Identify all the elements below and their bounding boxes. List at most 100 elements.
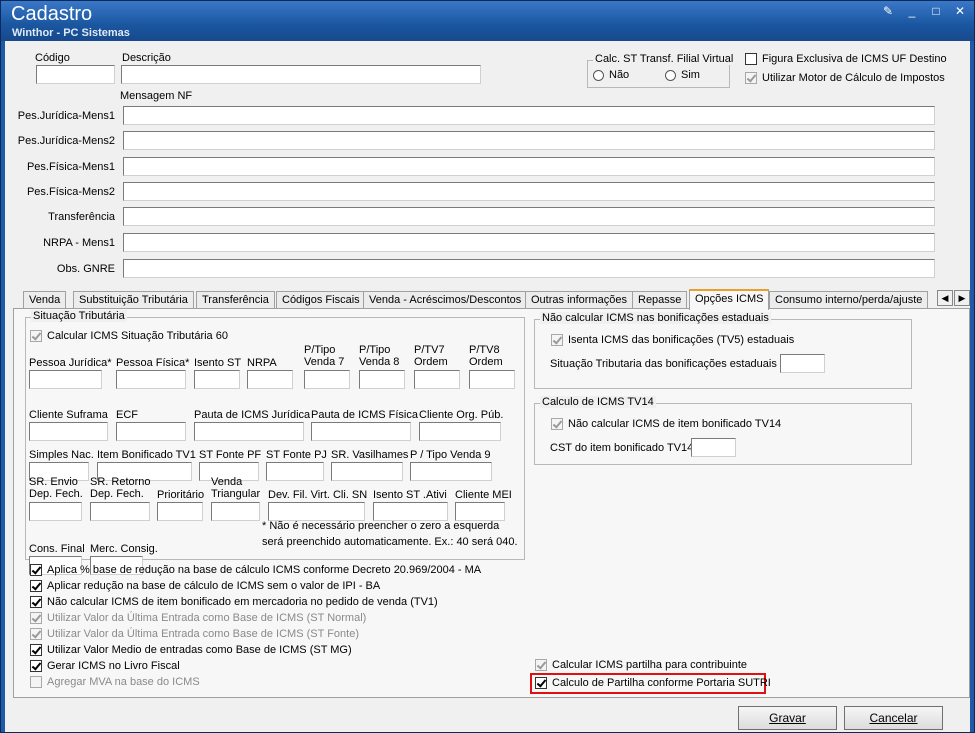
situacao-bonif-input[interactable]	[780, 354, 825, 373]
sit-input-row1-1[interactable]	[116, 370, 186, 389]
sit-input-row3-5[interactable]	[410, 462, 492, 481]
sit-input-row1-4[interactable]	[304, 370, 350, 389]
codigo-input[interactable]	[36, 65, 115, 84]
sit-input-row4-3[interactable]	[211, 502, 260, 521]
tab-strip: Venda Substituição Tributária Transferên…	[15, 289, 959, 310]
descricao-input[interactable]	[121, 65, 481, 84]
sit-input-row1-6[interactable]	[414, 370, 460, 389]
cst-tv14-label: CST do item bonificado TV14	[550, 442, 694, 454]
calcular-st60-checkbox[interactable]: Calcular ICMS Situação Tributária 60	[30, 330, 228, 342]
mensagem-input-0[interactable]	[123, 106, 935, 125]
tab-scroll-left-icon[interactable]: ◀	[937, 290, 953, 306]
sit-input-row1-2[interactable]	[194, 370, 240, 389]
tab-scroll-right-icon[interactable]: ▶	[954, 290, 970, 306]
option-checkbox-0[interactable]: Aplica % base de redução na base de cálc…	[30, 564, 481, 576]
sit-input-row3-3[interactable]	[266, 462, 324, 481]
sit-input-row4-0[interactable]	[29, 502, 82, 521]
option-box-3	[30, 612, 42, 624]
mensagem-label-3: Pes.Física-Mens2	[26, 186, 115, 198]
utilizar-motor-checkbox[interactable]: Utilizar Motor de Cálculo de Impostos	[745, 72, 945, 84]
gravar-button[interactable]: Gravar	[738, 706, 837, 730]
radio-nao-circle	[593, 69, 604, 81]
sit-input-row4-4[interactable]	[268, 502, 365, 521]
option-checkbox-6[interactable]: Gerar ICMS no Livro Fiscal	[30, 660, 180, 672]
tab-opcoes-icms[interactable]: Opções ICMS	[689, 289, 770, 310]
tab-outras-informacoes[interactable]: Outras informações	[525, 291, 633, 309]
cst-tv14-input[interactable]	[691, 438, 736, 457]
option-checkbox-3[interactable]: Utilizar Valor da Última Entrada como Ba…	[30, 612, 366, 624]
sit-input-row1-7[interactable]	[469, 370, 515, 389]
sit-input-row4-5[interactable]	[373, 502, 448, 521]
option-box-2	[30, 596, 42, 608]
sit-label-row4-0: SR. Envio Dep. Fech.	[29, 476, 83, 500]
sit-label-row1-5: P/Tipo Venda 8	[359, 344, 400, 368]
option-box-6	[30, 660, 42, 672]
mensagem-input-3[interactable]	[123, 182, 935, 201]
option-checkbox-7[interactable]: Agregar MVA na base do ICMS	[30, 676, 200, 688]
calcular-partilha-box	[535, 659, 547, 671]
bonificacoes-group-label: Não calcular ICMS nas bonificações estad…	[540, 312, 771, 324]
close-icon[interactable]: ✕	[951, 4, 969, 18]
sit-input-row1-5[interactable]	[359, 370, 405, 389]
maximize-icon[interactable]: □	[927, 4, 945, 18]
option-checkbox-4[interactable]: Utilizar Valor da Última Entrada como Ba…	[30, 628, 359, 640]
sit-input-row2-2[interactable]	[194, 422, 304, 441]
tab-consumo-interno[interactable]: Consumo interno/perda/ajuste	[769, 291, 929, 309]
sit-input-row3-4[interactable]	[331, 462, 403, 481]
sit-label-row5-0: Cons. Final	[29, 543, 85, 555]
sit-label-row1-4: P/Tipo Venda 7	[304, 344, 345, 368]
window: Cadastro Winthor - PC Sistemas ✎ _ □ ✕ C…	[0, 0, 975, 733]
option-label-7: Agregar MVA na base do ICMS	[47, 676, 200, 688]
radio-nao[interactable]: Não	[593, 69, 629, 81]
figura-exclusiva-checkbox[interactable]: Figura Exclusiva de ICMS UF Destino	[745, 53, 947, 65]
bonificacoes-group: Não calcular ICMS nas bonificações estad…	[534, 312, 912, 389]
mensagem-input-2[interactable]	[123, 157, 935, 176]
mensagem-label-4: Transferência	[48, 211, 115, 223]
sit-input-row4-2[interactable]	[157, 502, 203, 521]
option-checkbox-2[interactable]: Não calcular ICMS de item bonificado em …	[30, 596, 438, 608]
nao-calcular-tv14-checkbox[interactable]: Não calcular ICMS de item bonificado TV1…	[551, 418, 781, 430]
sit-label-row2-3: Pauta de ICMS Física	[311, 409, 418, 421]
sit-input-row4-6[interactable]	[455, 502, 505, 521]
sit-input-row4-1[interactable]	[90, 502, 150, 521]
tab-venda-acrescimos[interactable]: Venda - Acréscimos/Descontos	[363, 291, 528, 309]
window-subtitle: Winthor - PC Sistemas	[12, 27, 130, 39]
minimize-icon[interactable]: _	[903, 4, 921, 18]
tab-repasse[interactable]: Repasse	[632, 291, 688, 309]
isenta-bonif-checkbox[interactable]: Isenta ICMS das bonificações (TV5) estad…	[551, 334, 794, 346]
option-label-5: Utilizar Valor Medio de entradas como Ba…	[47, 644, 352, 656]
option-checkbox-5[interactable]: Utilizar Valor Medio de entradas como Ba…	[30, 644, 352, 656]
descricao-label: Descrição	[122, 52, 171, 64]
mensagem-input-5[interactable]	[123, 233, 935, 252]
utilizar-motor-box	[745, 72, 757, 84]
situacao-tributaria-group: Situação Tributária Calcular ICMS Situaç…	[25, 310, 525, 575]
sit-label-row1-7: P/TV8 Ordem	[469, 344, 503, 368]
sit-label-row3-4: SR. Vasilhames	[331, 449, 409, 461]
tab-transferencia[interactable]: Transferência	[196, 291, 275, 309]
tab-substituicao-tributaria[interactable]: Substituição Tributária	[73, 291, 194, 309]
radio-sim-circle	[665, 69, 676, 81]
mensagem-input-1[interactable]	[123, 131, 935, 150]
tab-venda[interactable]: Venda	[23, 291, 67, 309]
window-title: Cadastro	[11, 3, 93, 25]
calcular-partilha-checkbox[interactable]: Calcular ICMS partilha para contribuinte	[535, 659, 747, 671]
calculo-partilha-sutri-checkbox[interactable]: Calculo de Partilha conforme Portaria SU…	[535, 677, 771, 689]
sit-input-row2-0[interactable]	[29, 422, 108, 441]
sit-input-row2-4[interactable]	[419, 422, 501, 441]
option-checkbox-1[interactable]: Aplicar redução na base de cálculo de IC…	[30, 580, 380, 592]
edit-icon[interactable]: ✎	[879, 4, 897, 18]
cancelar-button[interactable]: Cancelar	[844, 706, 943, 730]
mensagem-input-6[interactable]	[123, 259, 935, 278]
sit-input-row1-3[interactable]	[247, 370, 293, 389]
figura-exclusiva-box	[745, 53, 757, 65]
nao-calcular-tv14-label: Não calcular ICMS de item bonificado TV1…	[568, 418, 782, 430]
sit-input-row2-3[interactable]	[311, 422, 411, 441]
tab-codigos-fiscais[interactable]: Códigos Fiscais	[276, 291, 366, 309]
radio-sim[interactable]: Sim	[665, 69, 700, 81]
form-client-area: Código Descrição Calc. ST Transf. Filial…	[5, 41, 970, 732]
sit-label-row4-4: Dev. Fil. Virt. Cli. SN	[268, 489, 368, 501]
mensagem-input-4[interactable]	[123, 207, 935, 226]
sit-input-row2-1[interactable]	[116, 422, 186, 441]
sit-input-row1-0[interactable]	[29, 370, 102, 389]
sit-label-row5-1: Merc. Consig.	[90, 543, 158, 555]
